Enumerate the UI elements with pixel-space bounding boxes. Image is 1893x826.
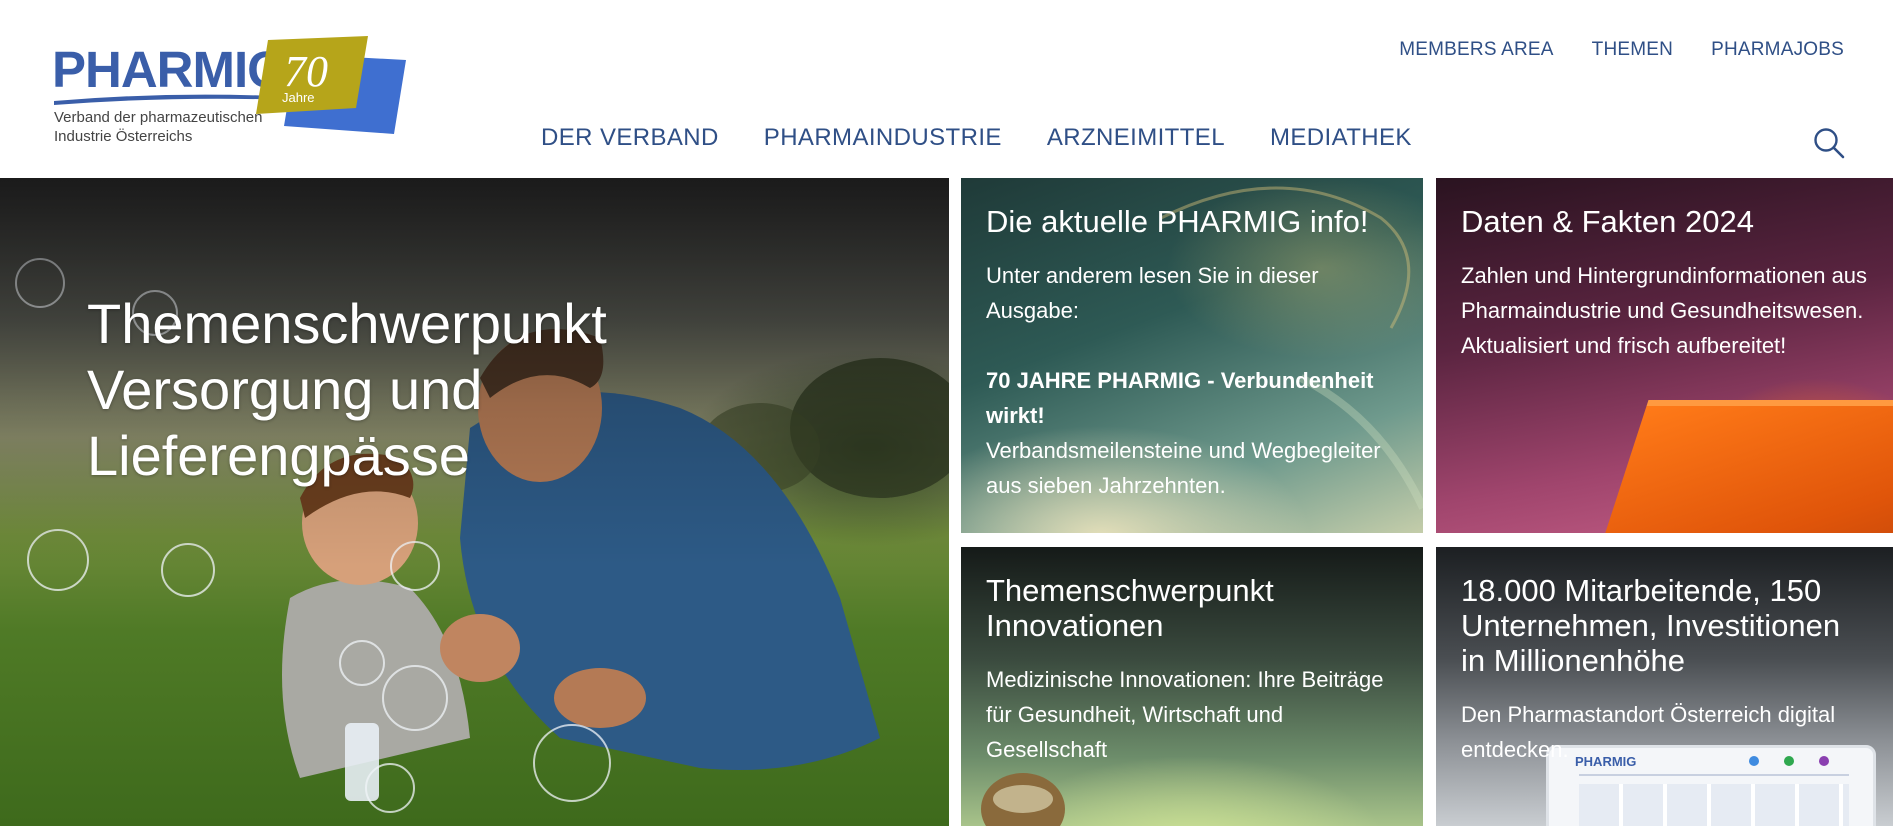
tile-daten-fakten[interactable]: Daten & Fakten 2024 Zahlen und Hintergru… [1436,178,1893,533]
tile-body: Unter anderem lesen Sie in dieser Ausgab… [986,258,1401,503]
tile-title: 18.000 Mitarbeitende, 150 Unternehmen, I… [1461,573,1841,678]
nav-members-area[interactable]: MEMBERS AREA [1399,39,1553,61]
pharmig-logo[interactable]: PHARMIG 70 Jahre Verband der pharmazeuti… [52,32,406,152]
nav-mediathek[interactable]: MEDIATHEK [1270,124,1412,152]
nav-der-verband[interactable]: DER VERBAND [541,124,719,152]
logo-tagline-line2: Industrie Österreichs [54,128,193,145]
hero-gradient-overlay [0,178,949,826]
tile-body: Den Pharmastandort Österreich digital en… [1461,702,1836,762]
tile-title: Themenschwerpunkt Innovationen [986,573,1274,643]
anniversary-number: 70 [284,47,328,96]
tile-orange-cube [1583,400,1893,533]
tile-description: Verbandsmeilensteine und Wegbegleiter au… [986,438,1381,498]
tile-body: Medizinische Innovationen: Ihre Beiträge… [986,667,1384,762]
nav-pharmajobs[interactable]: PHARMAJOBS [1711,39,1844,61]
hero-title: Themenschwerpunkt Versorgung und Liefere… [87,291,727,489]
nav-arzneimittel[interactable]: ARZNEIMITTEL [1047,124,1225,152]
tile-pharmig-info[interactable]: Die aktuelle PHARMIG info! Unter anderem… [961,178,1423,533]
hero-title-line2: Versorgung und [87,358,483,421]
search-button[interactable] [1812,126,1846,160]
nav-themen[interactable]: THEMEN [1592,39,1673,61]
tile-description: Zahlen und Hintergrundinformationen aus … [1461,263,1868,323]
main-navigation: DER VERBAND PHARMAINDUSTRIE ARZNEIMITTEL… [541,124,1412,152]
logo-wordmark: PHARMIG [52,41,287,98]
anniversary-word: Jahre [282,90,315,105]
logo-tagline-line1: Verband der pharmazeutischen [54,109,263,126]
hero-title-line3: Lieferengpässe [87,424,470,487]
nav-pharmaindustrie[interactable]: PHARMAINDUSTRIE [764,124,1002,152]
tablet-table [1579,784,1849,826]
logo-tagline: Verband der pharmazeutischen Industrie Ö… [54,108,262,146]
tablet-divider [1579,774,1849,776]
tile-innovationen[interactable]: Themenschwerpunkt Innovationen Medizinis… [961,547,1423,826]
tile-body: Zahlen und Hintergrundinformationen aus … [1461,258,1871,363]
tile-title: Die aktuelle PHARMIG info! [986,204,1369,239]
tile-title: Daten & Fakten 2024 [1461,204,1754,239]
hero-banner[interactable]: Themenschwerpunkt Versorgung und Liefere… [0,178,949,826]
top-navigation: MEMBERS AREA THEMEN PHARMAJOBS [1399,39,1844,61]
anniversary-badge: 70 Jahre [256,36,406,134]
hero-title-line1: Themenschwerpunkt [87,292,607,355]
tile-pharmastandort[interactable]: PHARMIG 18.000 Mitarbeitende, 150 Untern… [1436,547,1893,826]
tile-intro: Unter anderem lesen Sie in dieser Ausgab… [986,263,1319,323]
search-icon [1814,128,1845,159]
site-header: PHARMIG 70 Jahre Verband der pharmazeuti… [0,0,1893,178]
tile-highlight: 70 JAHRE PHARMIG - Verbundenheit wirkt! [986,368,1374,428]
tile-note: Aktualisiert und frisch aufbereitet! [1461,333,1787,358]
